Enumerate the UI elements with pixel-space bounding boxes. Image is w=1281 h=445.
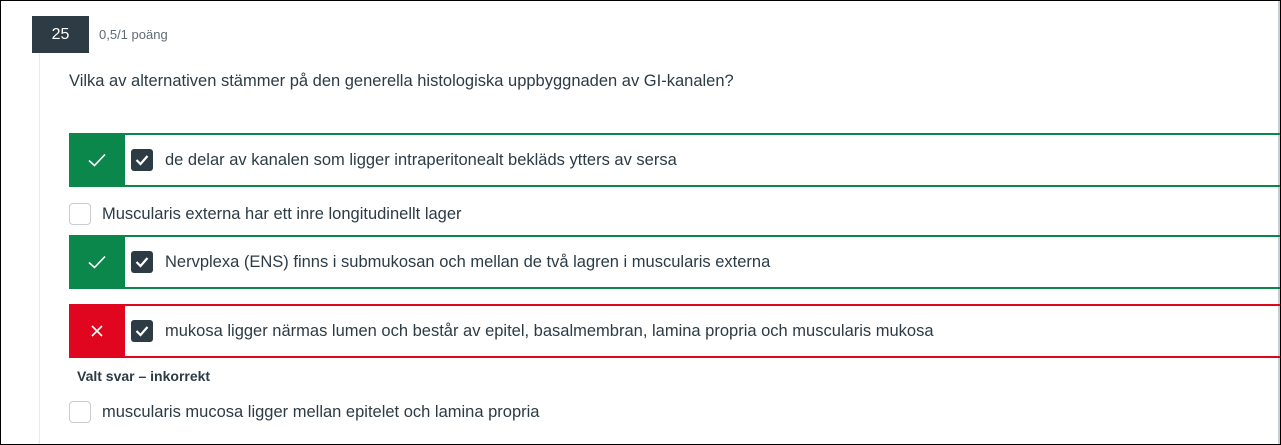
question-number: 25 bbox=[51, 25, 70, 43]
answer-label: Nervplexa (ENS) finns i submukosan och m… bbox=[165, 252, 771, 271]
answer-label: Muscularis externa har ett inre longitud… bbox=[102, 204, 462, 223]
answer-feedback: Valt svar – inkorrekt bbox=[77, 368, 211, 384]
left-divider bbox=[39, 53, 40, 444]
answer-label: mukosa ligger närmas lumen och består av… bbox=[165, 321, 934, 340]
question-points: 0,5/1 poäng bbox=[99, 27, 168, 42]
scrollbar-edge bbox=[1278, 1, 1280, 444]
answer-option-1[interactable]: de delar av kanalen som ligger intraperi… bbox=[69, 133, 1280, 187]
question-number-badge: 25 bbox=[32, 16, 89, 53]
answer-checkbox-checked[interactable] bbox=[131, 149, 153, 171]
close-icon bbox=[69, 304, 125, 358]
quiz-question-panel: 25 0,5/1 poäng Vilka av alternativen stä… bbox=[0, 0, 1281, 445]
answer-label: de delar av kanalen som ligger intraperi… bbox=[165, 150, 677, 169]
answer-checkbox-empty[interactable] bbox=[69, 203, 91, 225]
answer-checkbox-checked[interactable] bbox=[131, 251, 153, 273]
answer-checkbox-empty[interactable] bbox=[69, 401, 91, 423]
answer-checkbox-checked[interactable] bbox=[131, 320, 153, 342]
answer-option-3[interactable]: Nervplexa (ENS) finns i submukosan och m… bbox=[69, 235, 1280, 289]
answer-option-2[interactable]: Muscularis externa har ett inre longitud… bbox=[69, 201, 462, 227]
question-text: Vilka av alternativen stämmer på den gen… bbox=[69, 72, 734, 90]
answer-option-5[interactable]: muscularis mucosa ligger mellan epitelet… bbox=[69, 399, 539, 425]
check-icon bbox=[69, 133, 125, 187]
answer-option-4[interactable]: mukosa ligger närmas lumen och består av… bbox=[69, 304, 1280, 358]
answer-label: muscularis mucosa ligger mellan epitelet… bbox=[102, 402, 540, 421]
check-icon bbox=[69, 235, 125, 289]
